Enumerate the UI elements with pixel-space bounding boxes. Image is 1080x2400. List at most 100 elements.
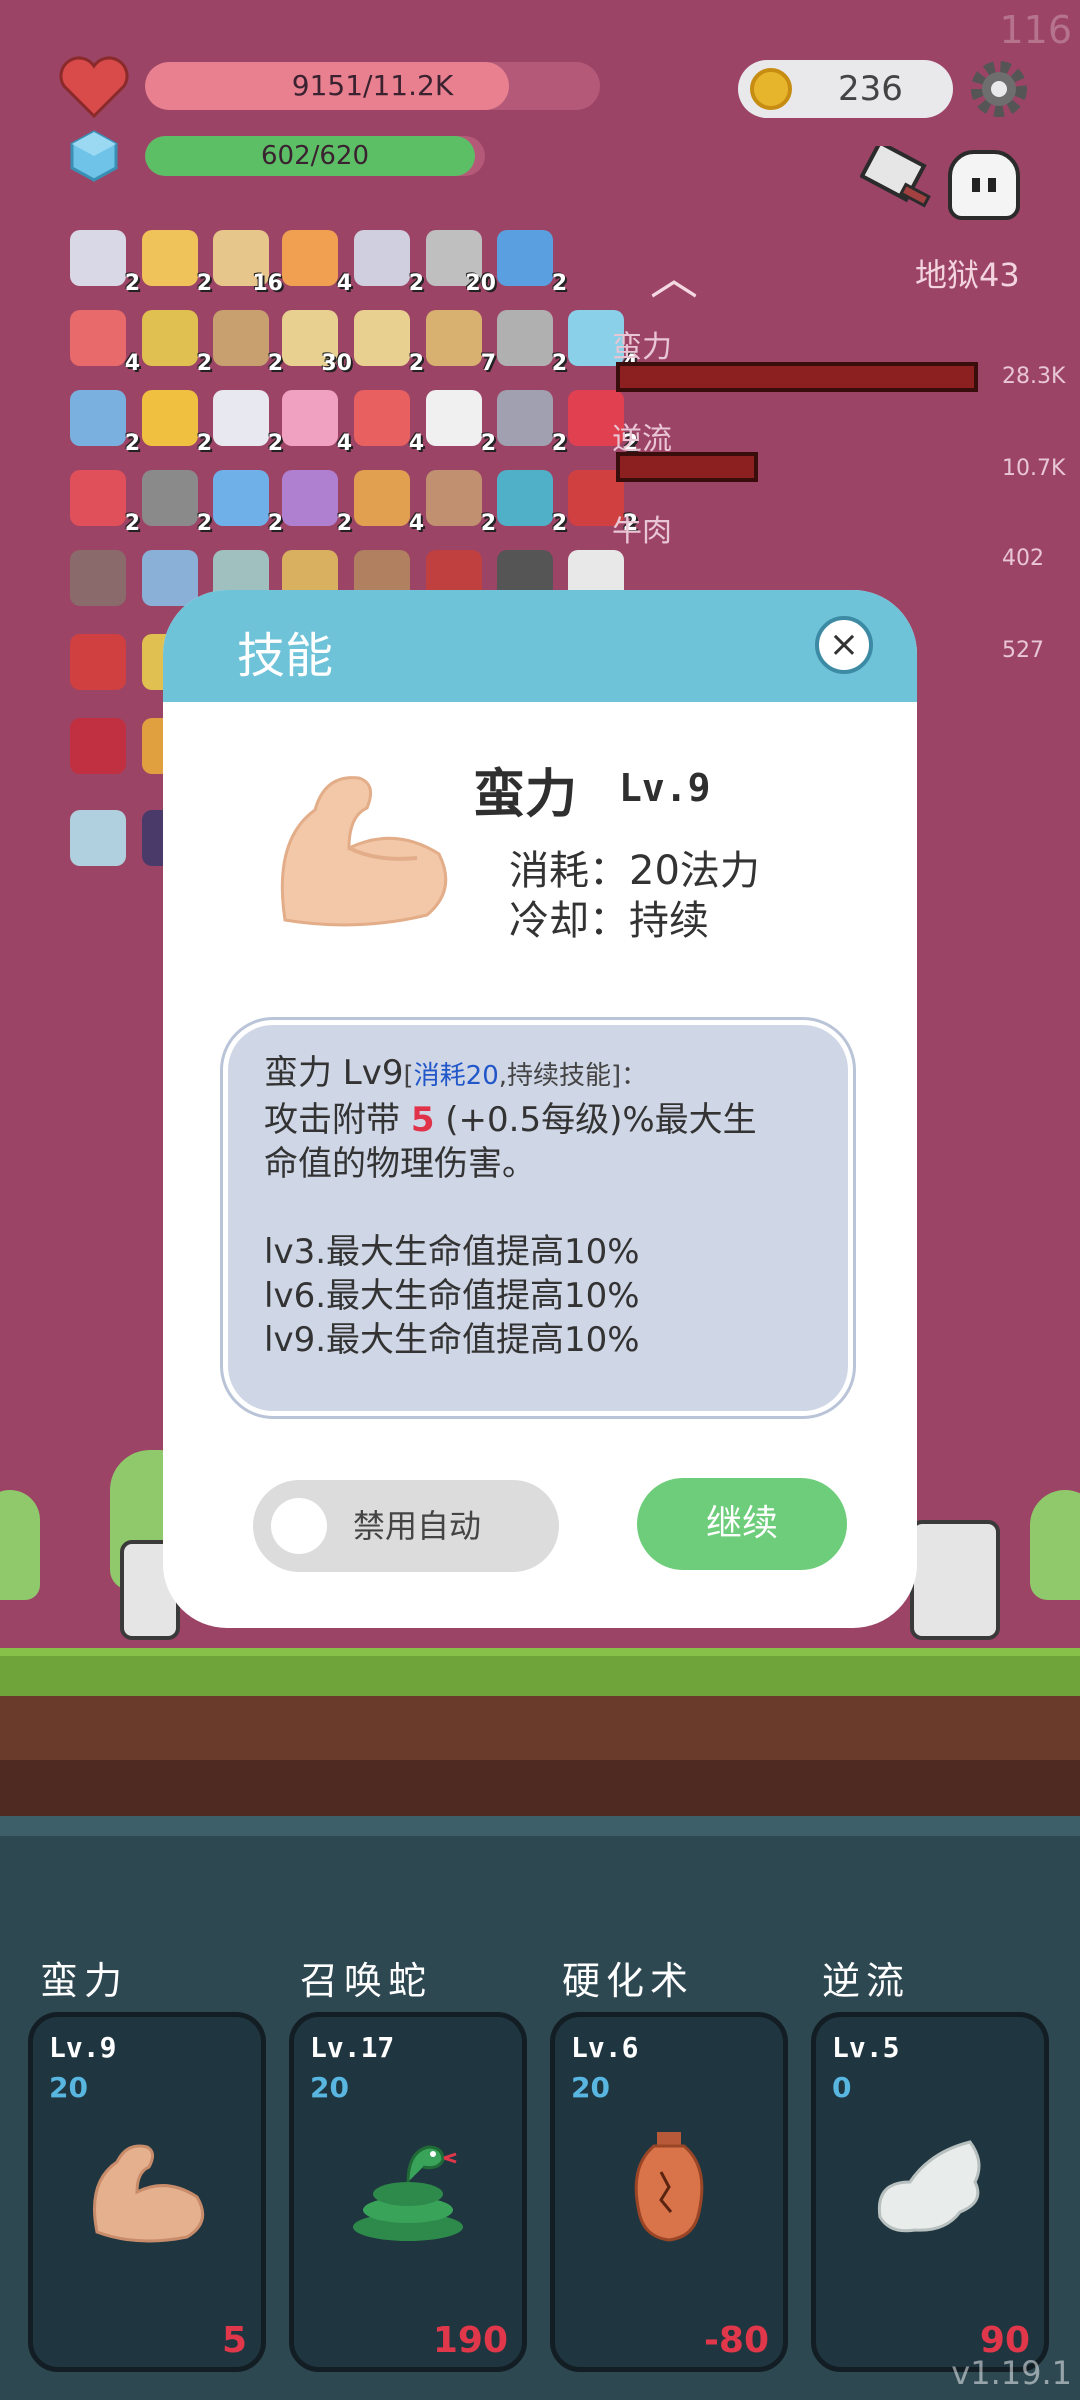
inventory-item[interactable]: 2 (213, 470, 283, 536)
inventory-item[interactable]: 2 (70, 230, 140, 296)
inventory-item[interactable]: 4 (354, 470, 424, 536)
muscle-icon (280, 776, 448, 927)
inventory-item[interactable]: 2 (354, 230, 424, 296)
skill-cost: 0 (832, 2071, 852, 2104)
skill-level: Lv.5 (832, 2031, 900, 2064)
inventory-item[interactable]: 7 (426, 310, 496, 376)
inventory-item[interactable]: 2 (70, 470, 140, 536)
chevron-up-icon[interactable]: ︿ (650, 238, 698, 308)
desc-damage-value: 5 (410, 1100, 435, 1140)
perk-line: lv6.最大生命值提高10% (264, 1276, 640, 1316)
inventory-item[interactable]: 2 (70, 390, 140, 456)
inventory-item[interactable]: 4 (282, 390, 352, 456)
coin-amount: 236 (838, 69, 903, 109)
inventory-item[interactable]: 30 (282, 310, 352, 376)
close-button[interactable]: × (815, 616, 873, 674)
desc-bracket-rest: ,持续技能]： (498, 1061, 648, 1091)
item-count: 2 (124, 431, 140, 456)
toggle-label: 禁用自动 (353, 1507, 482, 1545)
item-count: 2 (196, 351, 212, 376)
dialog-title: 技能 (237, 628, 334, 684)
desc-line2: 命值的物理伤害。 (264, 1144, 536, 1184)
item-count: 30 (321, 351, 352, 376)
inventory-item[interactable]: 2 (142, 230, 212, 296)
inventory-item[interactable]: 2 (497, 390, 567, 456)
inventory-item[interactable] (70, 550, 126, 606)
inventory-item[interactable]: 4 (354, 390, 424, 456)
item-count: 2 (196, 511, 212, 536)
skill-card-muscle[interactable]: Lv.9 20 5 (28, 2012, 266, 2372)
skill-card-vase[interactable]: Lv.6 20 -80 (550, 2012, 788, 2372)
skill-dialog: 技能 × 蛮力 Lv.9 消耗：20法力 冷却：持续 蛮力 Lv9[消耗20,持… (163, 590, 917, 1628)
item-count: 2 (480, 511, 496, 536)
inventory-item[interactable]: 2 (354, 310, 424, 376)
inventory-item[interactable] (70, 718, 126, 774)
inventory-item[interactable]: 2 (142, 470, 212, 536)
item-count: 2 (267, 431, 283, 456)
muscle-icon (93, 2144, 205, 2243)
inventory-item[interactable]: 2 (282, 470, 352, 536)
perk-line: lv9.最大生命值提高10% (264, 1320, 640, 1360)
grass-ground (0, 1648, 1080, 1696)
item-count: 2 (551, 511, 567, 536)
inventory-item[interactable]: 2 (426, 470, 496, 536)
desc-cost: 消耗20 (413, 1061, 499, 1091)
disable-auto-toggle[interactable]: 禁用自动 (253, 1480, 559, 1572)
desc-bracket: [ (403, 1061, 414, 1091)
item-count: 4 (408, 431, 424, 456)
inventory-item[interactable]: 20 (426, 230, 496, 296)
dirt-ground-deep (0, 1760, 1080, 1816)
item-count: 2 (124, 511, 140, 536)
stat-bar (616, 362, 978, 392)
skill-name: 蛮力 (40, 1959, 129, 2003)
vase-icon (634, 2132, 704, 2242)
inventory-item[interactable]: 4 (282, 230, 352, 296)
item-count: 4 (408, 511, 424, 536)
continue-button[interactable]: 继续 (637, 1478, 847, 1570)
item-count: 2 (124, 271, 140, 296)
stat-bar (616, 452, 758, 482)
fps-counter: 116 (999, 8, 1072, 52)
item-count: 4 (336, 271, 352, 296)
panel-edge (0, 1816, 1080, 1836)
ghost-icon[interactable] (948, 150, 1020, 220)
dialog-header: 技能 × (163, 590, 917, 702)
inventory-item[interactable]: 2 (426, 390, 496, 456)
skill-card-wing[interactable]: Lv.5 0 90 (811, 2012, 1049, 2372)
skill-cost: 20 (310, 2071, 349, 2104)
stat-value: 402 (1002, 546, 1044, 571)
inventory-item[interactable]: 2 (213, 310, 283, 376)
stat-value: 28.3K (1002, 364, 1066, 389)
item-count: 4 (124, 351, 140, 376)
skill-name: 逆流 (822, 1959, 911, 2003)
cleaver-icon[interactable] (860, 146, 940, 216)
item-count: 2 (267, 511, 283, 536)
inventory-item[interactable]: 2 (497, 230, 567, 296)
tree (0, 1490, 40, 1600)
inventory-item[interactable]: 2 (142, 310, 212, 376)
inventory-item[interactable]: 2 (497, 310, 567, 376)
mana-bar: 602/620 (145, 136, 485, 176)
inventory-item[interactable] (70, 634, 126, 690)
stat-value: 10.7K (1002, 456, 1066, 481)
tree (1030, 1490, 1080, 1600)
item-count: 2 (196, 431, 212, 456)
item-count: 2 (408, 351, 424, 376)
skill-cost: 20 (49, 2071, 88, 2104)
inventory-item[interactable]: 2 (497, 470, 567, 536)
inventory-item[interactable]: 2 (142, 390, 212, 456)
item-count: 2 (551, 351, 567, 376)
zone-label: 地狱43 (915, 256, 1020, 294)
item-count: 20 (465, 271, 496, 296)
inventory-item[interactable]: 16 (213, 230, 283, 296)
inventory-item[interactable]: 2 (213, 390, 283, 456)
stat-value: 527 (1002, 638, 1044, 663)
item-count: 2 (551, 431, 567, 456)
inventory-item[interactable] (70, 810, 126, 866)
item-count: 2 (267, 351, 283, 376)
skill-level-title: Lv.9 (619, 766, 711, 810)
gear-icon[interactable] (968, 58, 1030, 120)
inventory-item[interactable]: 4 (70, 310, 140, 376)
skill-card-snake[interactable]: Lv.17 20 190 (289, 2012, 527, 2372)
toggle-knob (271, 1498, 327, 1554)
